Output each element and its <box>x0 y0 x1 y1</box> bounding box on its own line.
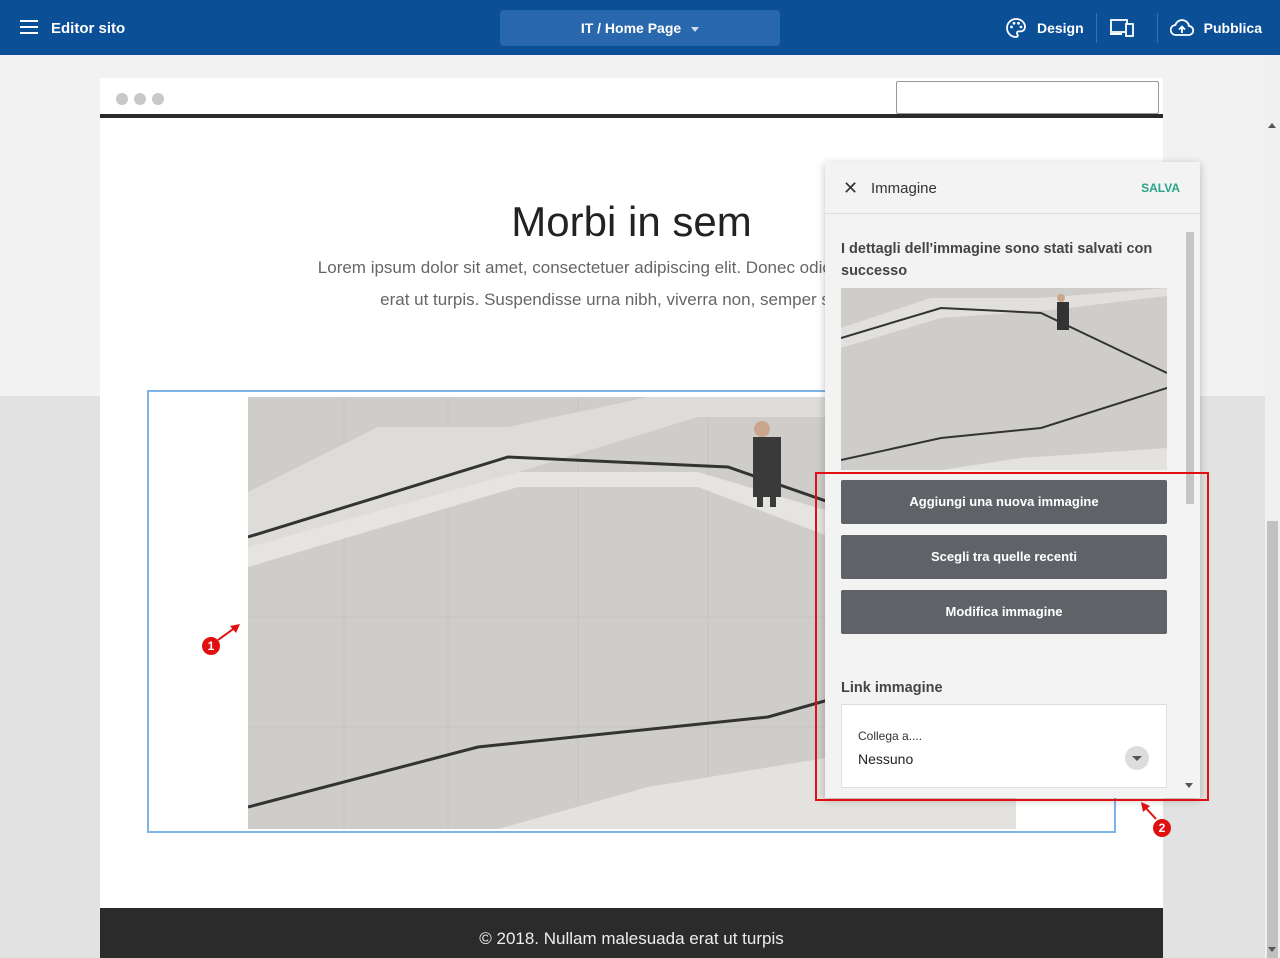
panel-title: Immagine <box>871 180 937 197</box>
page-scrollbar[interactable] <box>1265 55 1280 958</box>
save-button[interactable]: SALVA <box>1141 181 1180 195</box>
editor-toolbar: Editor sito IT / Home Page Design Pubbli… <box>0 0 1280 55</box>
device-preview-button[interactable] <box>1097 0 1157 55</box>
close-icon[interactable]: ✕ <box>843 178 858 199</box>
page-selector[interactable]: IT / Home Page <box>500 10 780 46</box>
site-search-input[interactable] <box>896 81 1159 114</box>
panel-header: ✕ Immagine SALVA <box>825 162 1200 214</box>
success-message: I dettagli dell'immagine sono stati salv… <box>841 241 1153 279</box>
page-selector-label: IT / Home Page <box>580 20 682 36</box>
footer-text: © 2018. Nullam malesuada erat ut turpis <box>479 929 784 948</box>
scroll-up-arrow-icon[interactable] <box>1268 123 1276 128</box>
palette-icon <box>1006 17 1026 38</box>
chevron-down-icon <box>691 26 700 32</box>
design-button[interactable]: Design <box>993 0 1096 55</box>
site-footer: © 2018. Nullam malesuada erat ut turpis <box>100 908 1163 958</box>
app-title: Editor sito <box>51 20 126 37</box>
panel-scrollbar-thumb[interactable] <box>1186 232 1194 504</box>
window-dots <box>116 93 164 105</box>
blurred-url: ​ <box>180 86 440 110</box>
annotation-arrow-icon <box>217 624 240 641</box>
publish-button-label: Pubblica <box>1203 19 1262 36</box>
annotation-arrow-icon <box>1141 802 1157 820</box>
browser-chrome: ​ <box>100 78 1163 118</box>
highlight-box <box>815 472 1209 801</box>
hamburger-menu-icon[interactable] <box>20 20 38 34</box>
image-thumbnail <box>841 288 1167 470</box>
devices-icon <box>1109 18 1134 37</box>
scrollbar-thumb[interactable] <box>1267 521 1278 958</box>
design-button-label: Design <box>1036 19 1084 36</box>
publish-button[interactable]: Pubblica <box>1158 0 1280 55</box>
scroll-down-arrow-icon[interactable] <box>1268 947 1276 952</box>
cloud-upload-icon <box>1169 18 1194 36</box>
